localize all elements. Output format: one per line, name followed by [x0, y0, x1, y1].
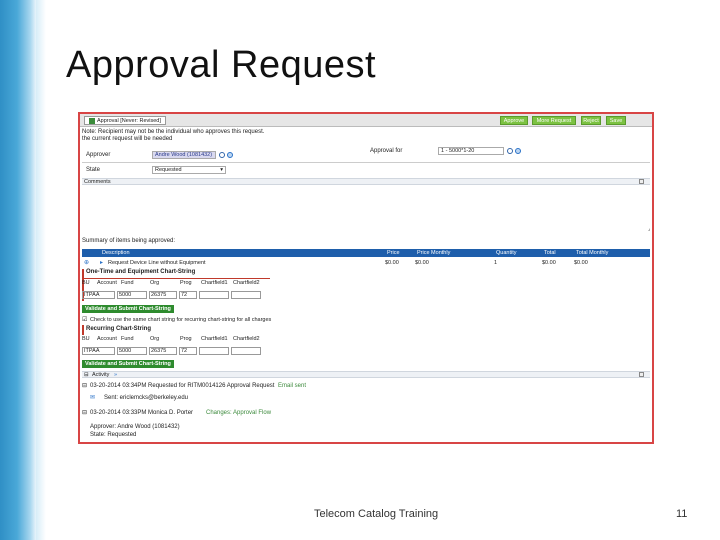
row-arrow-icon: ▸ — [100, 260, 104, 266]
row-total-monthly: $0.00 — [574, 260, 588, 266]
activity-entry-1-email: Sent: ericlemcks@berkeley.edu — [104, 395, 189, 401]
same-chartstring-label: Check to use the same chart string for r… — [90, 317, 272, 323]
activity-entry-2: 03-20-2014 03:33PM Monica D. Porter — [90, 410, 194, 416]
recurring-section: Recurring Chart-String — [82, 325, 268, 335]
activity-entry-1-link[interactable]: Email sent — [278, 383, 306, 389]
onetime-fund-input[interactable]: 5000 — [117, 291, 147, 299]
recurring-prog-input[interactable]: 72 — [179, 347, 197, 355]
expand-icon[interactable] — [639, 179, 644, 184]
state-value: Requested — [155, 167, 182, 173]
divider — [82, 162, 650, 163]
entry1-toggle-icon[interactable]: ⊟ — [82, 382, 87, 389]
activity-label: Activity — [92, 372, 110, 378]
form-toolbar: Approval [Never: Revised] Approve More R… — [80, 114, 652, 127]
approval-screenshot: Approval [Never: Revised] Approve More R… — [78, 112, 654, 444]
reject-button[interactable]: Reject — [581, 116, 601, 125]
col-price: Price — [387, 250, 400, 256]
onetime-org-input[interactable]: 26375 — [149, 291, 177, 299]
collapse-icon[interactable]: ⊟ — [84, 372, 89, 378]
form-icon — [89, 117, 95, 124]
onetime-chartfield2-input[interactable] — [231, 291, 261, 299]
activity-expand-icon[interactable] — [639, 372, 644, 377]
recurring-chartfield1-input[interactable] — [199, 347, 229, 355]
recurring-hdr-chartfield1: Chartfield1 — [201, 336, 228, 342]
save-button[interactable]: Save — [606, 116, 626, 125]
resize-handle-icon[interactable]: ⌟ — [648, 226, 650, 232]
approver-label: Approver — [86, 152, 111, 158]
onetime-heading: One-Time and Equipment Chart-String — [86, 269, 196, 275]
approval-search-icon[interactable] — [507, 148, 513, 156]
onetime-underline — [84, 278, 270, 279]
activity-entry-2-link[interactable]: Changes: Approval Flow — [206, 410, 271, 416]
activity-bar — [82, 371, 650, 378]
summary-table-header: Description Price Price Monthly Quantity… — [82, 249, 650, 257]
col-price-monthly: Price Monthly — [417, 250, 451, 256]
validate-recurring-button[interactable]: Validate and Submit Chart-String — [82, 360, 174, 368]
approver-field[interactable]: Andre Wood (1081432) — [152, 151, 216, 159]
state-select[interactable]: Requested ▾ — [152, 166, 226, 174]
recurring-hdr-bu: BU — [82, 336, 90, 342]
form-tab-label: Approval [Never: Revised] — [97, 118, 161, 124]
slide: Approval Request Approval [Never: Revise… — [0, 0, 720, 540]
onetime-hdr-account: Account — [97, 280, 117, 286]
state-label: State — [86, 167, 101, 173]
row-price: $0.00 — [385, 260, 399, 266]
row-description: Request Device Line without Equipment — [108, 260, 206, 266]
approval-for-label: Approval for — [370, 148, 403, 154]
col-total-monthly: Total Monthly — [576, 250, 609, 256]
search-icon[interactable] — [219, 152, 225, 160]
chevron-right-icon[interactable]: » — [114, 372, 117, 378]
onetime-hdr-org: Org — [150, 280, 160, 286]
left-accent-fade — [36, 0, 46, 540]
col-total: Total — [544, 250, 556, 256]
info-icon[interactable] — [227, 152, 233, 160]
expand-row-icon[interactable]: ⊕ — [84, 259, 89, 266]
onetime-hdr-bu: BU — [82, 280, 90, 286]
form-tab[interactable]: Approval [Never: Revised] — [84, 116, 166, 125]
onetime-prog-input[interactable]: 72 — [179, 291, 197, 299]
comments-label: Comments — [84, 179, 111, 185]
slide-title: Approval Request — [66, 44, 377, 86]
onetime-hdr-chartfield2: Chartfield2 — [233, 280, 260, 286]
recurring-chartfield2-input[interactable] — [231, 347, 261, 355]
recurring-hdr-prog: Prog — [180, 336, 192, 342]
approve-button[interactable]: Approve — [500, 116, 528, 125]
onetime-chartfield1-input[interactable] — [199, 291, 229, 299]
recurring-heading: Recurring Chart-String — [86, 326, 152, 332]
recurring-hdr-fund: Fund — [121, 336, 134, 342]
activity-entry-1: 03-20-2014 03:34PM Requested for RITM001… — [90, 383, 275, 389]
comments-bar — [82, 178, 650, 185]
recurring-hdr-chartfield2: Chartfield2 — [233, 336, 260, 342]
entry2-toggle-icon[interactable]: ⊟ — [82, 409, 87, 416]
intro-line-2: the current request will be needed — [82, 136, 173, 142]
approval-info-icon[interactable] — [515, 148, 521, 156]
recurring-fund-input[interactable]: 5000 — [117, 347, 147, 355]
validate-onetime-button[interactable]: Validate and Submit Chart-String — [82, 305, 174, 313]
summary-heading: Summary of items being approved: — [82, 238, 176, 244]
recurring-hdr-account: Account — [97, 336, 117, 342]
recurring-org-input[interactable]: 26375 — [149, 347, 177, 355]
onetime-hdr-prog: Prog — [180, 280, 192, 286]
onetime-hdr-chartfield1: Chartfield1 — [201, 280, 228, 286]
intro-line-1: Note: Recipient may not be the individua… — [82, 129, 265, 135]
slide-page-number: 11 — [676, 508, 688, 520]
activity-entry-2-state: State: Requested — [90, 432, 137, 438]
slide-footer: Telecom Catalog Training — [314, 508, 439, 520]
chevron-down-icon: ▾ — [220, 167, 223, 173]
row-price-monthly: $0.00 — [415, 260, 429, 266]
onetime-hdr-fund: Fund — [121, 280, 134, 286]
recurring-hdr-org: Org — [150, 336, 160, 342]
same-chartstring-checkbox[interactable]: ☑ — [82, 316, 87, 323]
left-accent-band — [0, 0, 38, 540]
col-description: Description — [102, 250, 130, 256]
col-quantity: Quantity — [496, 250, 517, 256]
row-total: $0.00 — [542, 260, 556, 266]
more-request-button[interactable]: More Request — [532, 116, 576, 125]
row-quantity: 1 — [494, 260, 498, 266]
email-icon: ✉ — [90, 395, 96, 401]
recurring-bu-input[interactable]: ITPAA — [82, 347, 115, 355]
onetime-bu-input[interactable]: ITPAA — [82, 291, 115, 299]
approval-for-field[interactable]: 1 - 5000*1-20 — [438, 147, 504, 155]
activity-entry-2-approver: Approver: Andre Wood (1081432) — [90, 424, 180, 430]
